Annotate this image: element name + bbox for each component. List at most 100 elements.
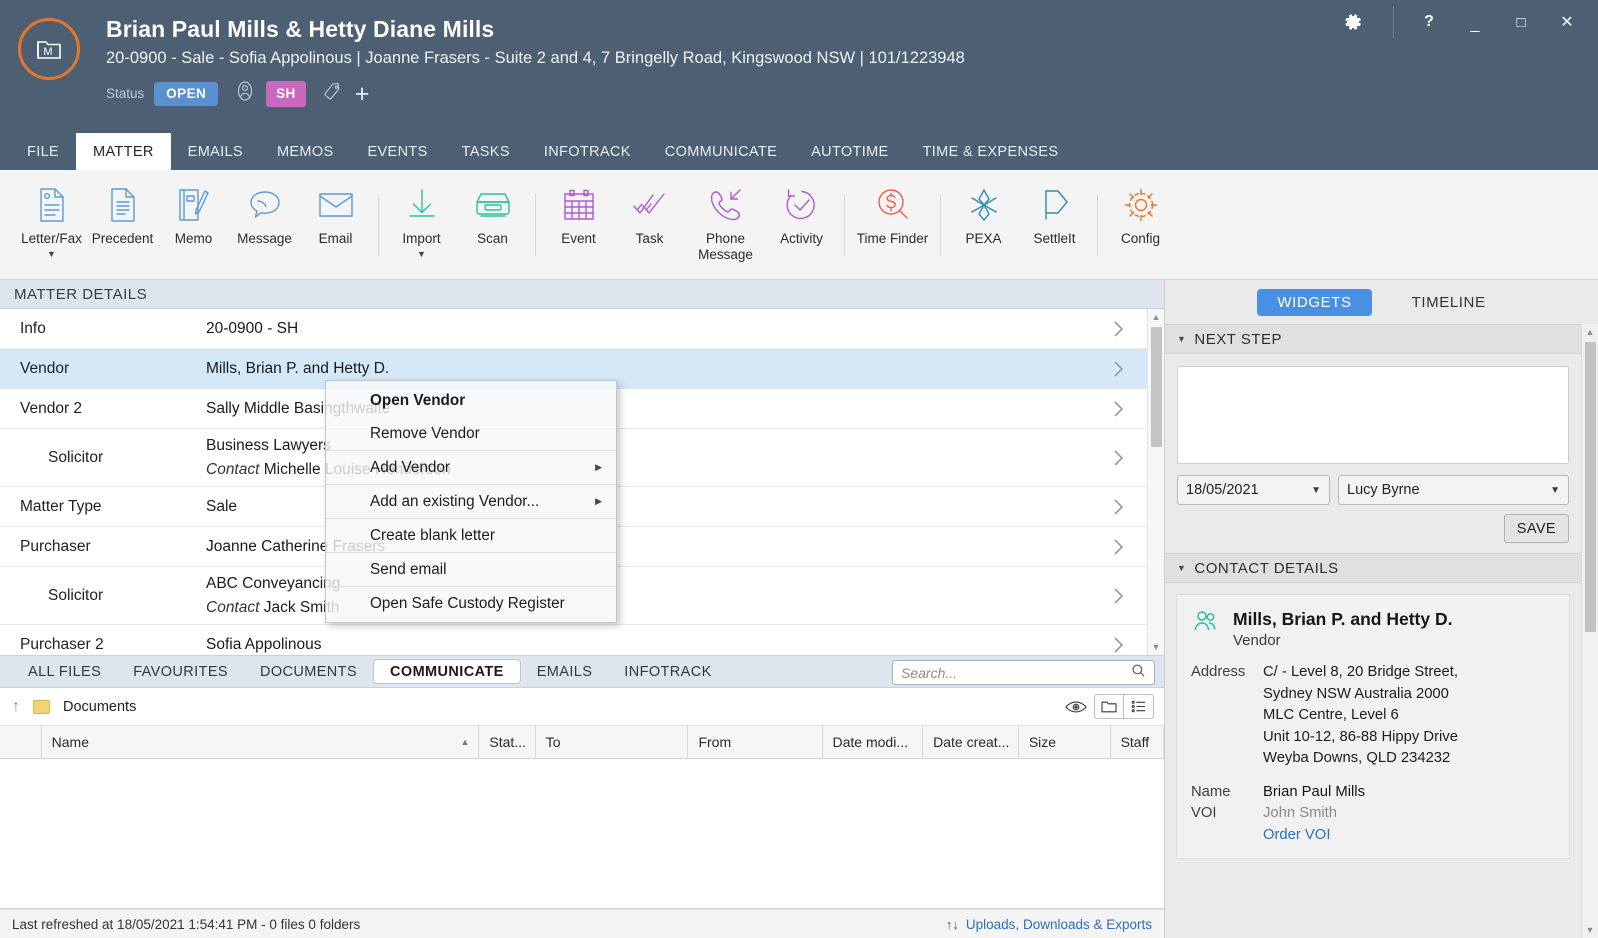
chevron-down-icon[interactable]: ▼ [1177, 334, 1186, 344]
column-header-to[interactable]: To [536, 726, 689, 758]
staff-badge[interactable]: SH [266, 80, 306, 107]
search-box[interactable] [892, 660, 1155, 685]
file-tab-emails[interactable]: EMAILS [521, 659, 609, 684]
save-button[interactable]: SAVE [1503, 514, 1569, 543]
file-tab-favourites[interactable]: FAVOURITES [117, 659, 244, 684]
chevron-right-icon[interactable] [1089, 635, 1147, 655]
scroll-up-icon[interactable]: ▲ [1152, 309, 1161, 325]
eye-icon[interactable] [1058, 700, 1094, 714]
scroll-thumb[interactable] [1584, 342, 1596, 632]
chevron-right-icon[interactable] [1089, 399, 1147, 419]
tab-infotrack[interactable]: INFOTRACK [527, 133, 648, 170]
ribbon-settleit[interactable]: SettleIt [1019, 170, 1090, 247]
ribbon-letter-fax[interactable]: Letter/Fax ▼ [16, 170, 87, 259]
scroll-thumb[interactable] [1150, 327, 1162, 447]
status-badge[interactable]: OPEN [154, 81, 219, 106]
context-menu-item-add-an-existing-vendor[interactable]: Add an existing Vendor... ▶ [326, 485, 616, 518]
maximize-button[interactable]: □ [1498, 0, 1544, 44]
folder-view-icon[interactable] [1094, 694, 1124, 719]
order-voi-link[interactable]: Order VOI [1263, 825, 1337, 847]
tab-memos[interactable]: MEMOS [260, 133, 351, 170]
file-tab-communicate[interactable]: COMMUNICATE [373, 659, 521, 684]
matter-details-scrollbar[interactable]: ▲ ▼ [1147, 309, 1164, 655]
chevron-down-icon[interactable]: ▼ [1550, 485, 1560, 496]
tab-autotime[interactable]: AUTOTIME [794, 133, 905, 170]
list-view-icon[interactable] [1124, 694, 1154, 719]
scroll-down-icon[interactable]: ▼ [1152, 639, 1161, 655]
right-tab-widgets[interactable]: WIDGETS [1257, 288, 1372, 316]
close-button[interactable]: ✕ [1544, 0, 1590, 44]
column-header-size[interactable]: Size [1019, 726, 1111, 758]
chevron-right-icon[interactable] [1089, 448, 1147, 468]
chevron-right-icon[interactable]: ▶ [595, 496, 602, 507]
chevron-right-icon[interactable] [1089, 586, 1147, 606]
contact-details-section-header[interactable]: ▼ CONTACT DETAILS [1165, 553, 1581, 583]
next-step-note-input[interactable] [1177, 366, 1569, 464]
ribbon-task[interactable]: Task [614, 170, 685, 247]
ribbon-memo[interactable]: Memo [158, 170, 229, 247]
search-input[interactable] [901, 664, 1131, 681]
column-header-staff[interactable]: Staff [1111, 726, 1165, 758]
chevron-down-icon[interactable]: ▼ [417, 249, 426, 259]
scroll-up-icon[interactable]: ▲ [1586, 324, 1595, 340]
next-step-section-header[interactable]: ▼ NEXT STEP [1165, 324, 1581, 354]
column-header-stat[interactable]: Stat... [479, 726, 536, 758]
chevron-right-icon[interactable] [1089, 319, 1147, 339]
ribbon-config[interactable]: Config [1105, 170, 1176, 247]
file-tab-all-files[interactable]: ALL FILES [12, 659, 117, 684]
context-menu-item-open-vendor[interactable]: Open Vendor [326, 384, 616, 417]
column-header-from[interactable]: From [688, 726, 823, 758]
chevron-right-icon[interactable]: ▶ [595, 462, 602, 473]
tag-icon[interactable] [322, 81, 343, 107]
scroll-down-icon[interactable]: ▼ [1586, 922, 1595, 938]
column-header-name[interactable]: Name ▲ [42, 726, 480, 758]
tab-file[interactable]: FILE [10, 133, 76, 170]
context-menu-item-open-safe-custody-register[interactable]: Open Safe Custody Register [326, 587, 616, 620]
chevron-down-icon[interactable]: ▼ [1177, 563, 1186, 573]
person-icon[interactable] [234, 80, 256, 107]
chevron-right-icon[interactable] [1089, 359, 1147, 379]
settings-gear-icon[interactable] [1325, 0, 1381, 44]
column-header-date-modi[interactable]: Date modi... [823, 726, 924, 758]
help-button[interactable]: ? [1406, 0, 1452, 44]
ribbon-scan[interactable]: Scan [457, 170, 528, 247]
ribbon-message[interactable]: Message [229, 170, 300, 247]
add-icon[interactable]: + [355, 81, 370, 106]
right-panel-scrollbar[interactable]: ▲ ▼ [1581, 324, 1598, 938]
vendor-context-menu[interactable]: Open Vendor Remove Vendor Add Vendor ▶ Add a… [325, 380, 617, 623]
context-menu-item-remove-vendor[interactable]: Remove Vendor [326, 417, 616, 450]
minimize-button[interactable]: _ [1452, 0, 1498, 44]
uploads-downloads-link[interactable]: ↑↓ Uploads, Downloads & Exports [946, 917, 1152, 932]
right-tab-timeline[interactable]: TIMELINE [1392, 289, 1506, 316]
ribbon-phone-message[interactable]: Phone Message [685, 170, 766, 263]
matter-detail-row[interactable]: Info 20-0900 - SH [0, 309, 1147, 349]
tab-emails[interactable]: EMAILS [171, 133, 260, 170]
uploads-downloads-label[interactable]: Uploads, Downloads & Exports [966, 917, 1152, 932]
ribbon-email[interactable]: Email [300, 170, 371, 247]
ribbon-precedent[interactable]: Precedent [87, 170, 158, 247]
chevron-right-icon[interactable] [1089, 537, 1147, 557]
search-icon[interactable] [1131, 663, 1146, 683]
arrow-up-icon[interactable]: ↑ [12, 698, 20, 716]
chevron-down-icon[interactable]: ▼ [1311, 485, 1321, 496]
tab-events[interactable]: EVENTS [351, 133, 445, 170]
tab-time-expenses[interactable]: TIME & EXPENSES [906, 133, 1076, 170]
context-menu-item-add-vendor[interactable]: Add Vendor ▶ [326, 451, 616, 484]
context-menu-item-create-blank-letter[interactable]: Create blank letter [326, 519, 616, 552]
matter-detail-row[interactable]: Purchaser 2 Sofia Appolinous [0, 625, 1147, 655]
column-header[interactable] [0, 726, 42, 758]
chevron-down-icon[interactable]: ▼ [47, 249, 56, 259]
file-tab-documents[interactable]: DOCUMENTS [244, 659, 373, 684]
next-step-date-select[interactable]: 18/05/2021 ▼ [1177, 475, 1330, 505]
tab-communicate[interactable]: COMMUNICATE [648, 133, 794, 170]
sort-ascending-icon[interactable]: ▲ [460, 737, 469, 747]
ribbon-activity[interactable]: Activity [766, 170, 837, 247]
column-header-date-creat[interactable]: Date creat... [923, 726, 1019, 758]
context-menu-item-send-email[interactable]: Send email [326, 553, 616, 586]
ribbon-pexa[interactable]: PEXA [948, 170, 1019, 247]
tab-matter[interactable]: MATTER [76, 133, 171, 170]
chevron-right-icon[interactable] [1089, 497, 1147, 517]
file-tab-infotrack[interactable]: INFOTRACK [608, 659, 727, 684]
tab-tasks[interactable]: TASKS [445, 133, 527, 170]
next-step-staff-select[interactable]: Lucy Byrne ▼ [1338, 475, 1569, 505]
